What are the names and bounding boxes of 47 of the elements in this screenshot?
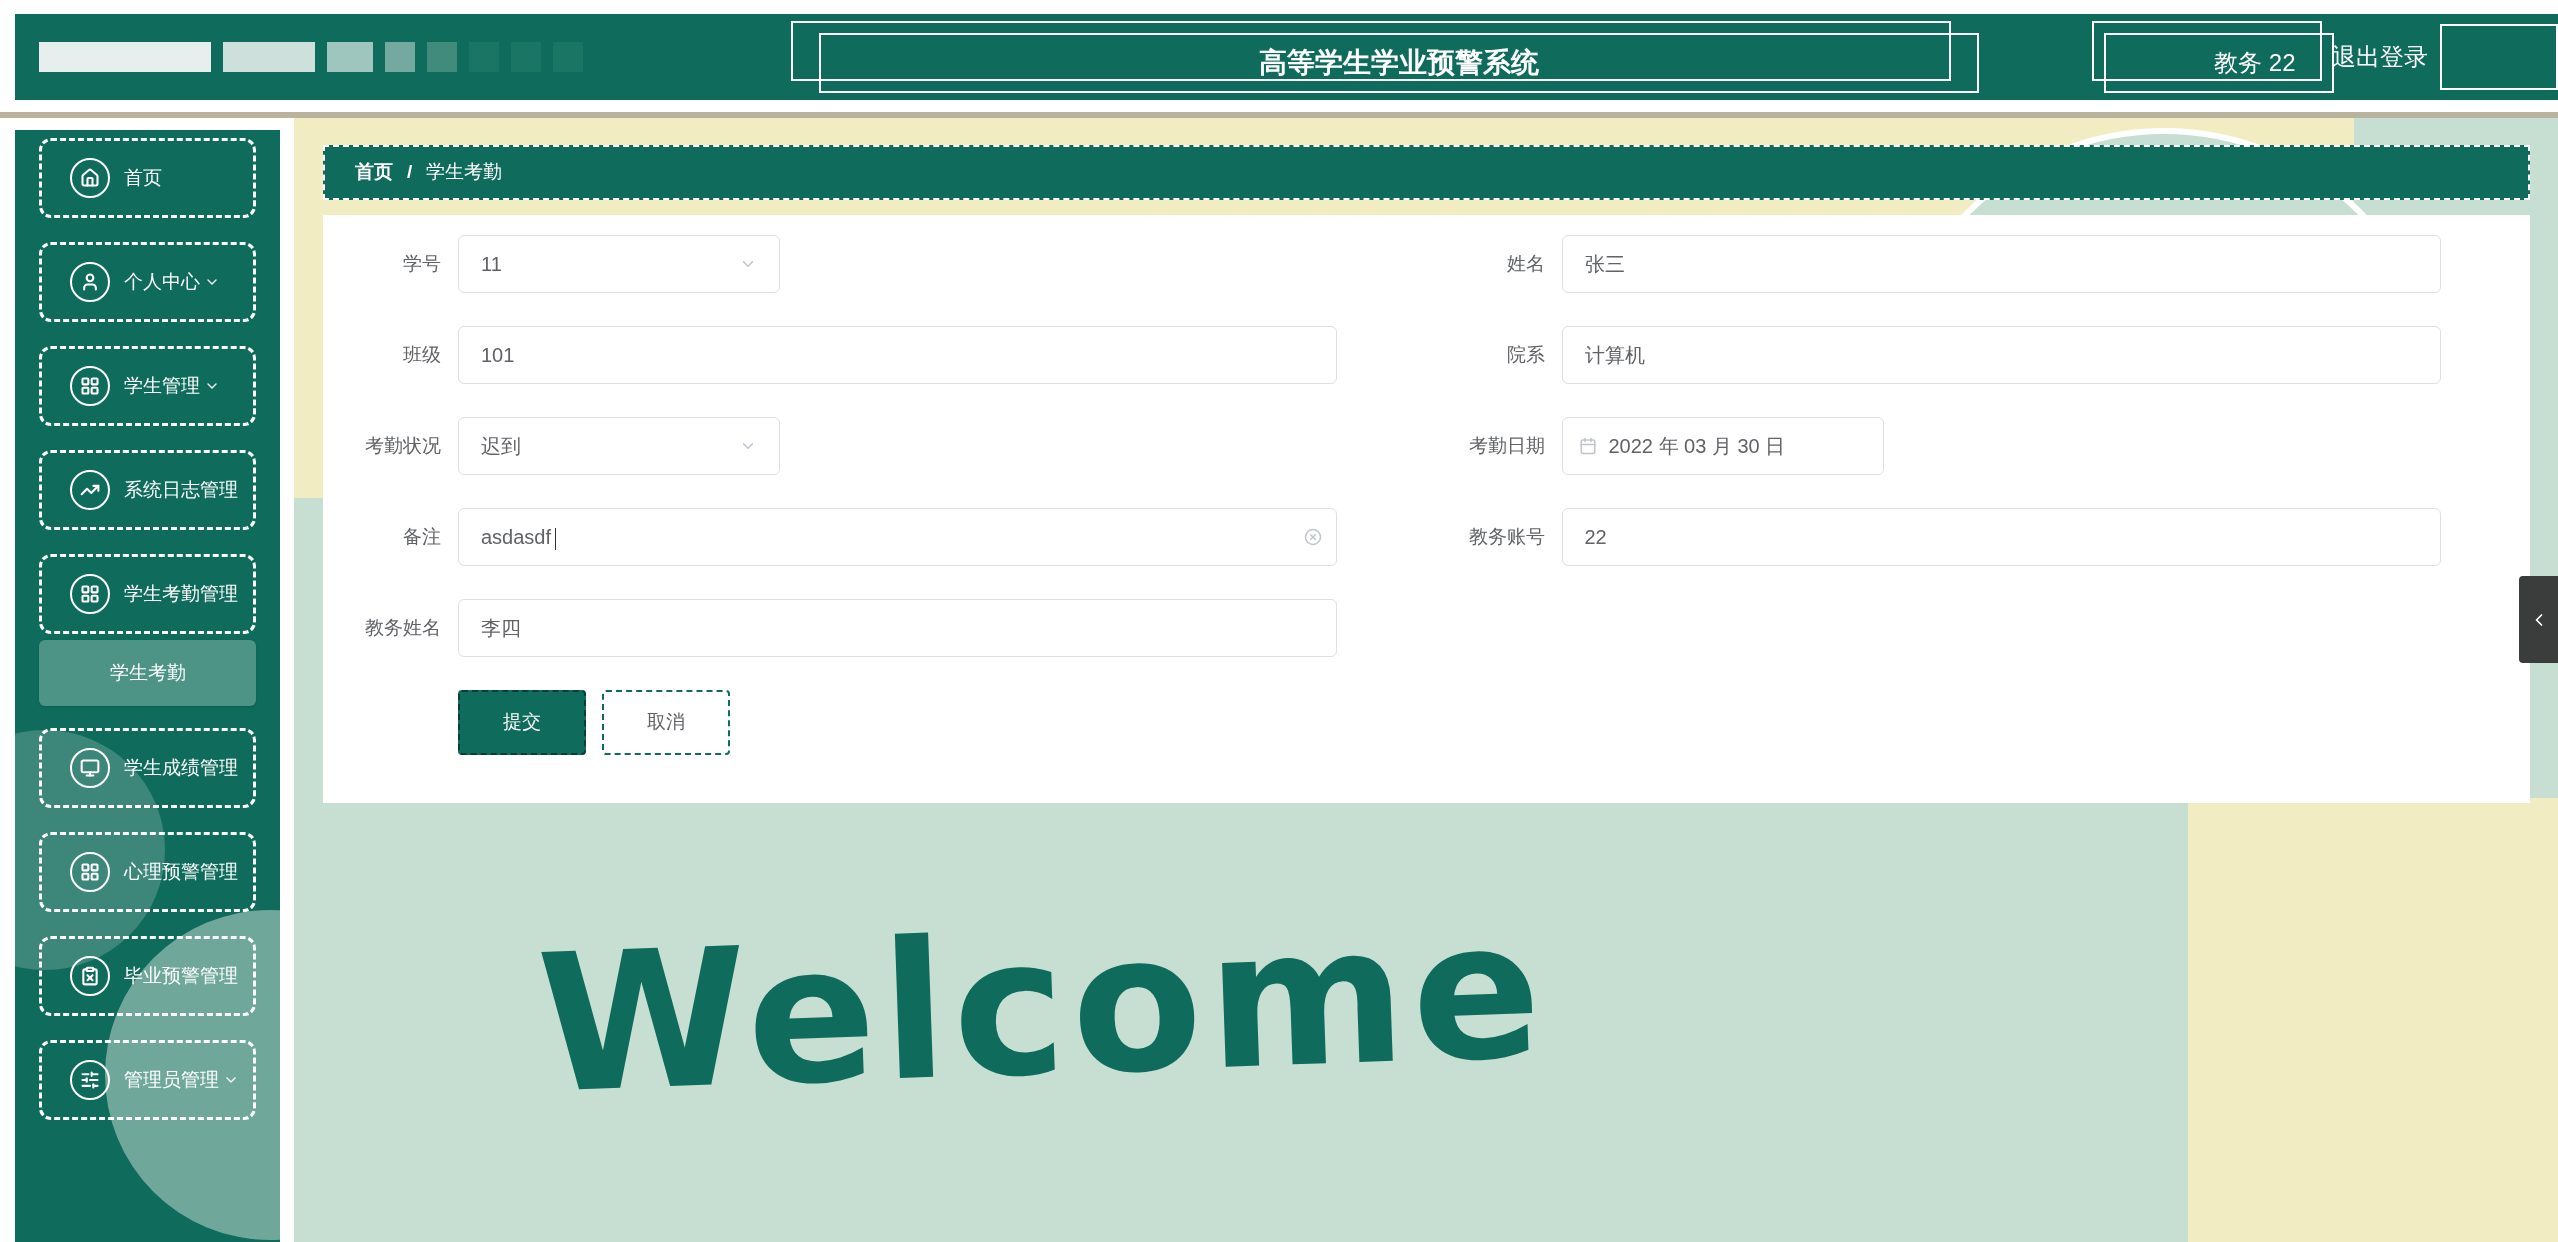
clear-icon[interactable]	[1304, 528, 1322, 546]
field-label: 教务账号	[1467, 524, 1545, 549]
field-label: 学号	[402, 251, 441, 276]
field-label: 备注	[402, 524, 441, 549]
input-field[interactable]: 22	[1561, 508, 2441, 566]
input-field[interactable]: 张三	[1561, 235, 2441, 293]
submit-button[interactable]: 提交	[458, 690, 586, 755]
welcome-text: Welcome	[535, 895, 1550, 1121]
collapse-tab[interactable]	[2519, 576, 2558, 663]
breadcrumb-item: 学生考勤	[426, 160, 503, 185]
cancel-button[interactable]: 取消	[602, 690, 730, 755]
input-field[interactable]: 101	[458, 326, 1337, 384]
field-label: 考勤状况	[364, 433, 441, 458]
calendar-icon	[1578, 437, 1597, 455]
monitor-icon	[70, 748, 110, 788]
input-field[interactable]: 李四	[458, 599, 1337, 657]
sidebar-item[interactable]: 心理预警管理	[39, 832, 256, 912]
submenu-item[interactable]: 学生考勤	[39, 640, 256, 706]
clipboard-icon	[70, 956, 110, 996]
sidebar-item[interactable]: 系统日志管理	[39, 450, 256, 530]
sidebar-item[interactable]: 个人中心	[39, 242, 256, 322]
breadcrumb-separator: /	[407, 160, 413, 185]
user-name: 教务 22	[2103, 33, 2334, 93]
logout-link[interactable]: 退出登录	[2332, 39, 2429, 75]
sidebar-item[interactable]: 首页	[39, 138, 256, 218]
select-field[interactable]: 迟到	[458, 417, 780, 475]
sidebar-item[interactable]: 学生成绩管理	[39, 728, 256, 808]
date-field[interactable]: 2022 年 03 月 30 日	[1561, 417, 1884, 475]
field-label: 姓名	[1505, 251, 1545, 276]
field-label: 班级	[402, 342, 441, 367]
grid-icon	[70, 852, 110, 892]
field-label: 院系	[1505, 342, 1545, 367]
input-field[interactable]: asdasdf	[458, 508, 1337, 566]
user-icon	[70, 262, 110, 302]
window-title: 高等学生学业预警系统	[819, 33, 1979, 93]
input-field[interactable]: 计算机	[1561, 326, 2441, 384]
grid-icon	[70, 366, 110, 406]
field-label: 考勤日期	[1467, 433, 1545, 458]
home-icon	[70, 158, 110, 198]
breadcrumb-item[interactable]: 首页	[355, 158, 393, 187]
select-field[interactable]: 11	[458, 235, 780, 293]
sliders-icon	[70, 1060, 110, 1100]
chart-icon	[70, 470, 110, 510]
grid-icon	[70, 574, 110, 614]
sidebar-item[interactable]: 学生考勤管理	[39, 554, 256, 634]
sidebar-item[interactable]: 学生管理	[39, 346, 256, 426]
field-label: 教务姓名	[364, 615, 441, 640]
